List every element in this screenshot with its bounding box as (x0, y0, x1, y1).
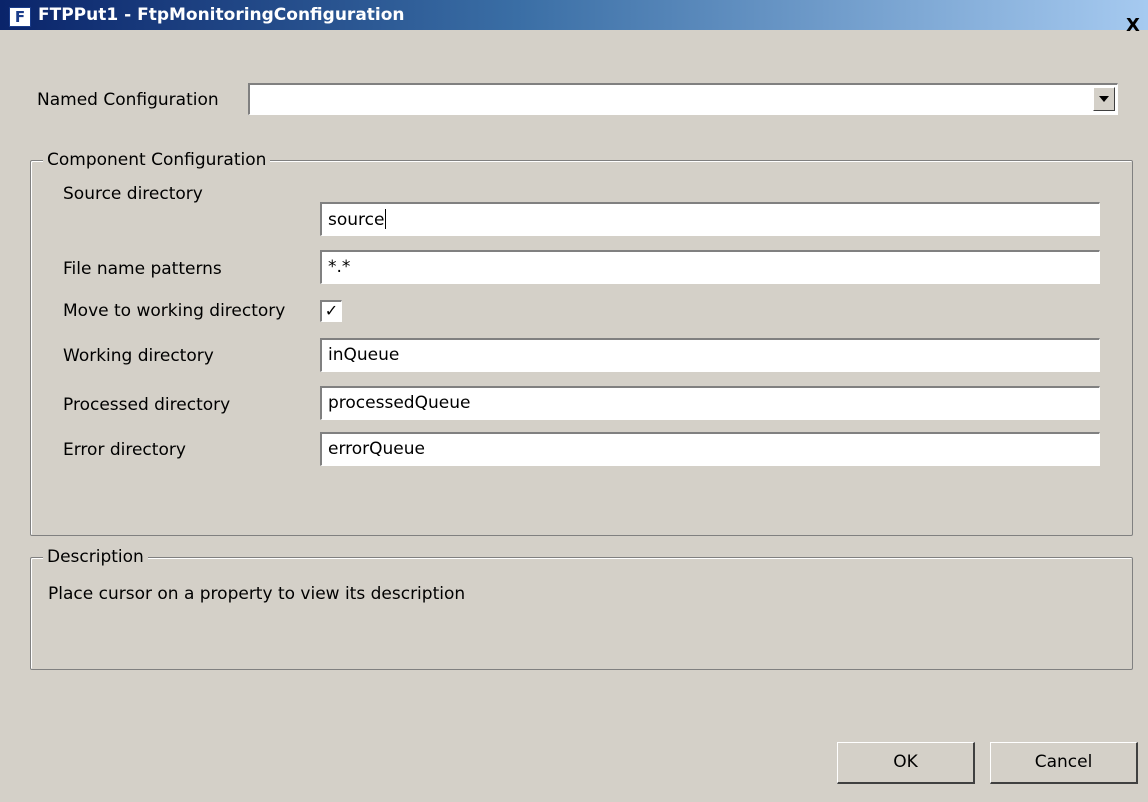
error-directory-input[interactable]: errorQueue (320, 432, 1100, 466)
working-directory-input[interactable]: inQueue (320, 338, 1100, 372)
ftp-monitoring-configuration-dialog: F FTPPut1 - FtpMonitoringConfiguration X… (0, 0, 1148, 802)
component-configuration-legend: Component Configuration (43, 150, 271, 170)
app-icon: F (9, 7, 31, 27)
processed-directory-value: processedQueue (328, 393, 471, 413)
processed-directory-input[interactable]: processedQueue (320, 386, 1100, 420)
file-name-patterns-label: File name patterns (63, 259, 222, 279)
error-directory-value: errorQueue (328, 439, 426, 459)
source-directory-label: Source directory (63, 184, 203, 204)
source-directory-input[interactable]: source (320, 202, 1100, 236)
description-legend: Description (43, 547, 148, 567)
ok-button[interactable]: OK (837, 742, 975, 784)
working-directory-label: Working directory (63, 346, 214, 366)
description-text: Place cursor on a property to view its d… (48, 584, 466, 604)
file-name-patterns-input[interactable]: *.* (320, 250, 1100, 284)
cancel-button[interactable]: Cancel (990, 742, 1138, 784)
text-cursor (385, 209, 387, 229)
named-configuration-dropdown[interactable] (248, 83, 1118, 115)
move-to-working-directory-label: Move to working directory (63, 301, 286, 321)
close-button[interactable]: X (1122, 16, 1144, 38)
file-name-patterns-value: *.* (328, 257, 351, 277)
description-group: Description (30, 547, 1133, 670)
working-directory-value: inQueue (328, 345, 400, 365)
title-bar[interactable]: F FTPPut1 - FtpMonitoringConfiguration (0, 0, 1148, 30)
window-title: FTPPut1 - FtpMonitoringConfiguration (38, 5, 405, 25)
source-directory-value: source (328, 209, 387, 230)
named-configuration-label: Named Configuration (37, 90, 219, 110)
move-to-working-directory-checkbox[interactable]: ✓ (320, 300, 342, 322)
error-directory-label: Error directory (63, 440, 186, 460)
dropdown-arrow-icon[interactable] (1093, 87, 1115, 111)
processed-directory-label: Processed directory (63, 395, 231, 415)
source-directory-text: source (328, 210, 385, 230)
